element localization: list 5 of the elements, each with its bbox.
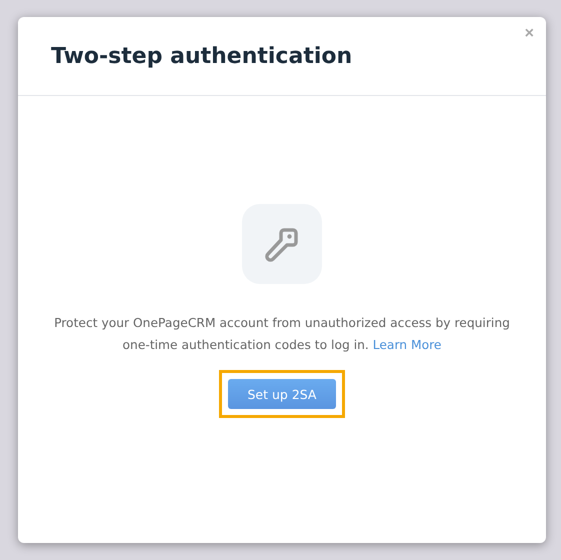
description-text: Protect your OnePageCRM account from unauthorized access by requiring one-time authentication codes to log in. Learn More — [53, 315, 511, 354]
dialog-title: Two-step authentication — [51, 44, 352, 68]
setup-button[interactable]: Set up 2SA — [228, 379, 336, 409]
learn-more-link[interactable]: Learn More — [372, 338, 442, 352]
close-button[interactable]: × — [524, 25, 534, 43]
